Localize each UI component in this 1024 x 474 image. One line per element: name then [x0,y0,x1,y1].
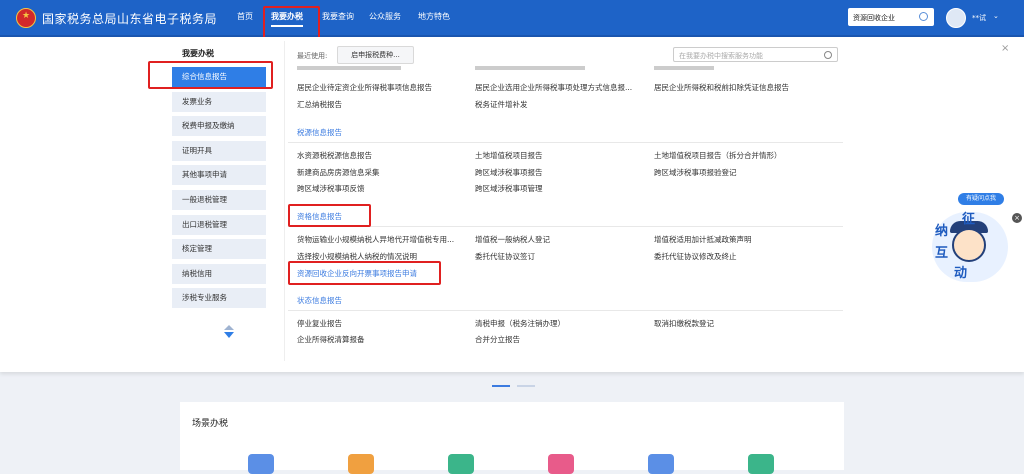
link-item[interactable]: 跨区域涉税事项报验登记 [654,167,737,178]
section-title-status: 状态信息报告 [297,296,342,305]
link-item[interactable]: 居民企业所得税和税前扣除凭证信息报告 [654,82,789,93]
sidebar-title: 我要办税 [182,49,214,58]
link-item[interactable]: 新建商品房房源信息采集 [297,167,380,178]
top-bar: ★ 国家税务总局山东省电子税务局 首页 我要办税 我要查询 公众服务 地方特色 … [0,0,1024,37]
mascot-char: 动 [954,266,968,281]
divider [288,142,843,143]
sidebar-item-professional-service[interactable]: 涉税专业服务 [172,288,266,308]
clipped-row [654,66,714,70]
sidebar-item-tax-filing[interactable]: 税费申报及缴纳 [172,116,266,136]
scene-icon[interactable] [348,454,374,474]
clipped-row [297,66,401,70]
scene-icon[interactable] [248,454,274,474]
scene-tax-card: 场景办税 [180,402,844,474]
help-bubble[interactable]: 有疑问点我 [958,193,1004,205]
link-item[interactable]: 委托代征协议修改及终止 [654,251,737,262]
link-item[interactable]: 取消扣缴税款登记 [654,318,714,329]
link-item[interactable]: 居民企业待定资企业所得税事项信息报告 [297,82,432,93]
link-item[interactable]: 居民企业选用企业所得税事项处理方式信息报... [475,82,632,93]
sidebar-item-other-application[interactable]: 其他事项申请 [172,165,266,185]
sidebar-scroll-control[interactable] [224,325,234,339]
close-icon[interactable]: × [1001,43,1009,54]
sidebar-item-invoice[interactable]: 发票业务 [172,92,266,112]
mascot-char: 征 [962,212,976,227]
do-tax-menu-panel: 我要办税 综合信息报告 发票业务 税费申报及缴纳 证明开具 其他事项申请 一般退… [0,37,1024,372]
link-item[interactable]: 委托代征协议签订 [475,251,535,262]
chevron-down-icon[interactable] [224,332,234,338]
link-item[interactable]: 货物运输业小规模纳税人异地代开增值税专用... [297,234,454,245]
link-item[interactable]: 汇总纳税报告 [297,99,342,110]
section-title-tax-source: 税源信息报告 [297,128,342,137]
link-item[interactable]: 企业所得税清算报备 [297,334,365,345]
avatar[interactable] [946,8,966,28]
sidebar-item-assessment[interactable]: 核定管理 [172,239,266,259]
highlight-sidebar-item [148,61,273,89]
search-icon[interactable] [919,12,928,21]
user-name[interactable]: **试 [972,13,986,23]
recent-item-button[interactable]: 启申报税费种... [337,46,414,64]
mascot-char: 纳 [935,224,949,239]
link-item[interactable]: 增值税适用加计抵减政策声明 [654,234,752,245]
scene-icon[interactable] [748,454,774,474]
sidebar-item-export-refund[interactable]: 出口退税管理 [172,215,266,235]
scene-icon[interactable] [548,454,574,474]
scene-icon[interactable] [648,454,674,474]
chevron-up-icon[interactable] [224,325,234,330]
mascot-char: 互 [935,246,949,261]
link-item[interactable]: 合并分立报告 [475,334,520,345]
highlight-target-link [288,261,441,285]
carousel-dot-active[interactable] [492,385,510,387]
link-item[interactable]: 土地增值税项目报告 [475,150,543,161]
nav-query[interactable]: 我要查询 [322,11,354,22]
interaction-mascot-button[interactable]: 征 纳 互 动 [932,212,1008,282]
function-search-placeholder: 在我要办税中搜索服务功能 [679,52,763,60]
nav-home[interactable]: 首页 [237,11,253,22]
search-icon[interactable] [824,51,832,59]
sidebar-item-credit[interactable]: 纳税信用 [172,264,266,284]
sidebar-item-refund[interactable]: 一般退税管理 [172,190,266,210]
link-item[interactable]: 增值税一般纳税人登记 [475,234,550,245]
divider [288,310,843,311]
divider [288,226,843,227]
company-name: 资源回收企业 [853,14,895,22]
link-item[interactable]: 停业复业报告 [297,318,342,329]
site-title: 国家税务总局山东省电子税务局 [42,12,218,26]
link-item[interactable]: 土地增值税项目报告（拆分合并情形） [654,150,782,161]
link-item[interactable]: 税务证件增补发 [475,99,528,110]
nav-local-feature[interactable]: 地方特色 [418,11,450,22]
link-item[interactable]: 跨区域涉税事项报告 [475,167,543,178]
divider [284,41,285,361]
carousel-dot[interactable] [517,385,535,387]
highlight-nav-do-tax [263,6,320,40]
company-selector[interactable]: 资源回收企业 [848,8,934,26]
chevron-down-icon[interactable]: ⌄ [993,12,999,20]
link-item[interactable]: 跨区域涉税事项反馈 [297,183,365,194]
link-item[interactable]: 水资源税税源信息报告 [297,150,372,161]
scene-icon[interactable] [448,454,474,474]
sidebar-item-certificate[interactable]: 证明开具 [172,141,266,161]
scene-tax-title: 场景办税 [192,419,229,429]
nav-public-service[interactable]: 公众服务 [369,11,401,22]
link-item[interactable]: 跨区域涉税事项管理 [475,183,543,194]
close-float-icon[interactable]: × [1012,213,1022,223]
tax-emblem-icon: ★ [16,8,36,28]
function-search-input[interactable]: 在我要办税中搜索服务功能 [673,47,838,62]
highlight-section-title [288,204,371,227]
recent-label: 最近使用: [297,52,328,60]
clipped-row [475,66,585,70]
mascot-face-icon [952,228,986,262]
link-item[interactable]: 清税申报（税务注销办理） [475,318,565,329]
